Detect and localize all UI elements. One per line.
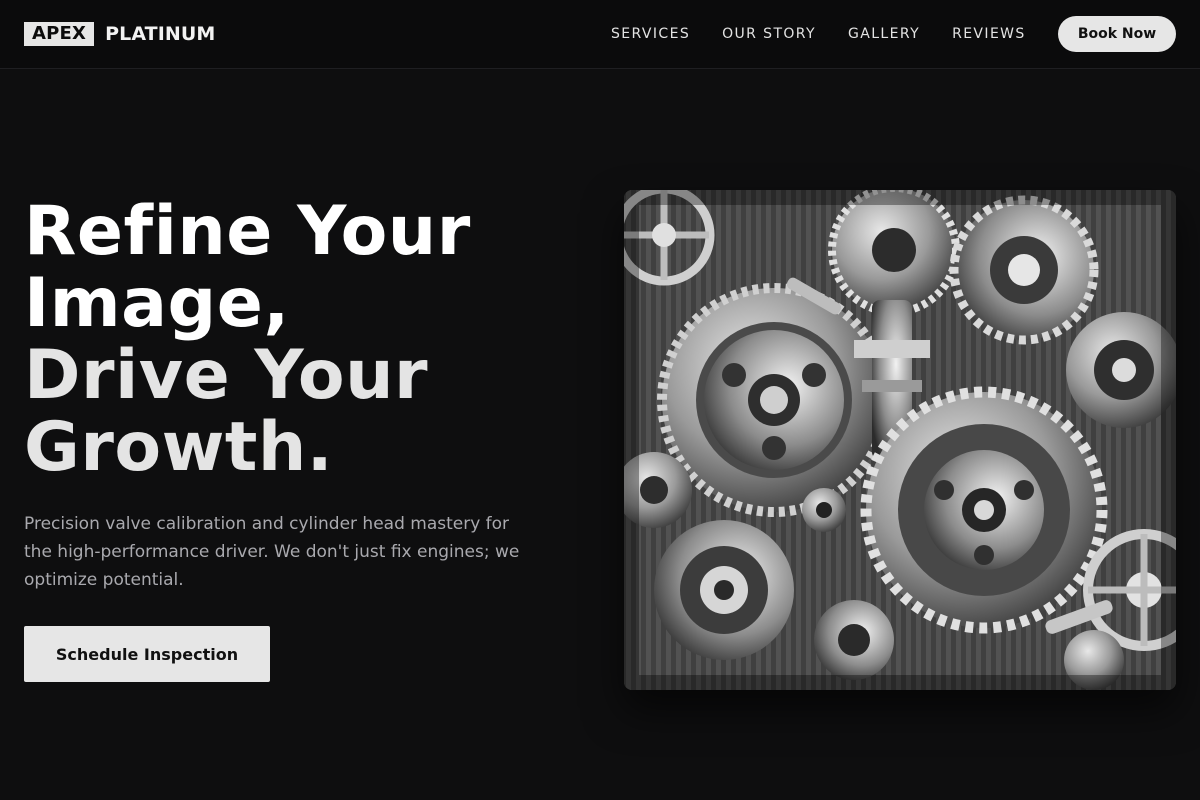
nav-services-link[interactable]: SERVICES — [611, 26, 690, 42]
logo-wordmark: PLATINUM — [105, 23, 216, 45]
book-now-button[interactable]: Book Now — [1058, 16, 1176, 52]
brand-logo[interactable]: APEX PLATINUM — [24, 21, 215, 47]
engine-gears-image — [624, 190, 1176, 690]
hero-subtitle: Precision valve calibration and cylinder… — [24, 514, 520, 590]
site-header: APEX PLATINUM SERVICES OUR STORY GALLERY… — [0, 0, 1200, 69]
nav-reviews-link[interactable]: REVIEWS — [952, 26, 1026, 42]
hero-title: Refine Your Image, Drive Your Growth. — [24, 196, 584, 484]
hero-title-line-1: Refine Your — [24, 192, 471, 271]
logo-box-text: APEX — [24, 22, 95, 46]
hero-title-line-2: Image, — [24, 264, 290, 343]
nav-gallery-link[interactable]: GALLERY — [848, 26, 920, 42]
hero-title-line-3: Drive Your — [24, 336, 429, 415]
schedule-inspection-button[interactable]: Schedule Inspection — [24, 626, 270, 682]
hero-title-line-4: Growth. — [24, 408, 334, 487]
nav-our-story-link[interactable]: OUR STORY — [722, 26, 816, 42]
main-nav: SERVICES OUR STORY GALLERY REVIEWS — [611, 0, 1026, 68]
